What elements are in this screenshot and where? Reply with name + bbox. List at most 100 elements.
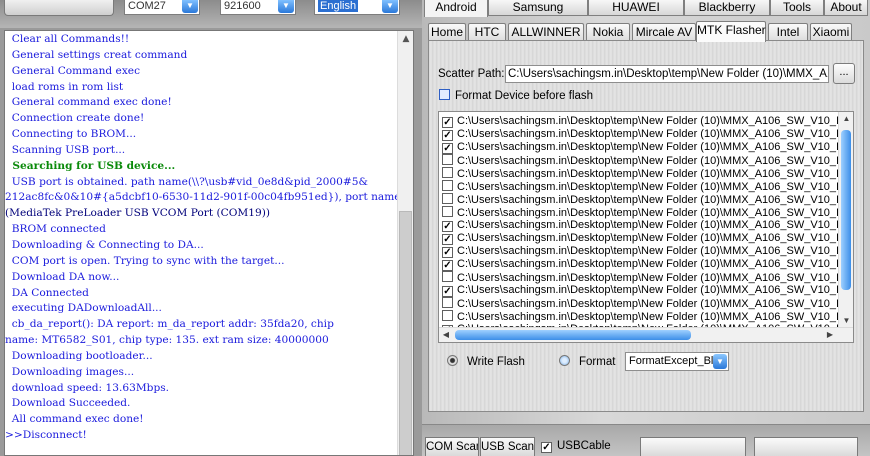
tab-nokia[interactable]: Nokia xyxy=(586,23,630,41)
tab-mtk-flasher[interactable]: MTK Flasher xyxy=(696,21,766,42)
log-scrollbar[interactable]: ▲ xyxy=(397,31,413,455)
log-line: Connection create done! xyxy=(5,112,145,125)
arrow-left-icon[interactable]: ◀ xyxy=(439,328,453,342)
log-line: Downloading & Connecting to DA... xyxy=(5,238,204,251)
file-checkbox[interactable]: ✓ xyxy=(442,117,453,128)
write-flash-radio[interactable] xyxy=(447,355,458,366)
format-mode-select[interactable]: FormatExcept_Bl ▼ xyxy=(625,352,729,371)
usbcable-option[interactable]: ✓ USBCable xyxy=(541,440,611,453)
file-path: C:\Users\sachingsm.in\Desktop\temp\New F… xyxy=(457,245,840,257)
scatter-path-input[interactable]: C:\Users\sachingsm.in\Desktop\temp\New F… xyxy=(505,65,829,83)
file-list-item[interactable]: ✓ C:\Users\sachingsm.in\Desktop\temp\New … xyxy=(442,258,839,271)
format-device-option[interactable]: Format Device before flash xyxy=(439,89,593,102)
bottom-bar: COM Scan USB Scan ✓ USBCable xyxy=(422,424,870,456)
file-checkbox[interactable]: ✓ xyxy=(442,143,453,154)
file-list-hscroll-thumb[interactable] xyxy=(455,330,691,340)
format-device-checkbox[interactable] xyxy=(439,89,450,100)
file-checkbox[interactable] xyxy=(442,154,453,165)
tab-blackberry[interactable]: Blackberry xyxy=(684,0,770,16)
chevron-down-icon[interactable]: ▼ xyxy=(382,0,398,13)
log-line: Clear all Commands!! xyxy=(5,33,130,45)
file-path: C:\Users\sachingsm.in\Desktop\temp\New F… xyxy=(457,298,840,310)
mtk-flasher-panel: Scatter Path: C:\Users\sachingsm.in\Desk… xyxy=(428,40,864,412)
com-scan-button[interactable]: COM Scan xyxy=(425,437,479,456)
file-list-item[interactable]: C:\Users\sachingsm.in\Desktop\temp\New F… xyxy=(442,167,839,180)
file-list-item[interactable]: ✓ C:\Users\sachingsm.in\Desktop\temp\New … xyxy=(442,141,839,154)
file-list-item[interactable]: ✓ C:\Users\sachingsm.in\Desktop\temp\New … xyxy=(442,128,839,141)
file-list-item[interactable]: C:\Users\sachingsm.in\Desktop\temp\New F… xyxy=(442,206,839,219)
file-path: C:\Users\sachingsm.in\Desktop\temp\New F… xyxy=(457,207,840,219)
file-list-vscroll-thumb[interactable] xyxy=(841,130,851,290)
usbcable-checkbox[interactable]: ✓ xyxy=(541,442,552,453)
file-list-item[interactable]: C:\Users\sachingsm.in\Desktop\temp\New F… xyxy=(442,193,839,206)
log-line: Searching for USB device... xyxy=(5,159,176,172)
sub-tabs: Home HTC ALLWINNER Nokia Mircale AV MTK … xyxy=(428,21,868,42)
file-checkbox[interactable] xyxy=(442,271,453,282)
file-list-vscroll[interactable]: ▲ ▼ xyxy=(838,112,853,328)
tab-home[interactable]: Home xyxy=(428,23,466,41)
rom-file-list[interactable]: ✓ C:\Users\sachingsm.in\Desktop\temp\New … xyxy=(438,111,854,343)
log-line: Download Succeeded. xyxy=(5,397,131,410)
file-checkbox[interactable]: ✓ xyxy=(442,286,453,297)
file-checkbox[interactable] xyxy=(442,206,453,217)
file-checkbox[interactable] xyxy=(442,180,453,191)
arrow-down-icon[interactable]: ▼ xyxy=(839,314,853,328)
port-select[interactable]: COM27 ▼ xyxy=(124,0,200,15)
usbcable-label: USBCable xyxy=(557,440,611,452)
log-console[interactable]: Clear all Commands!! General settings cr… xyxy=(4,30,414,456)
usb-scan-button[interactable]: USB Scan xyxy=(480,437,535,456)
arrow-up-icon[interactable]: ▲ xyxy=(398,31,413,47)
tab-intel[interactable]: Intel xyxy=(768,23,808,41)
baud-select[interactable]: 921600 ▼ xyxy=(220,0,296,15)
file-list-item[interactable]: ✓ C:\Users\sachingsm.in\Desktop\temp\New … xyxy=(442,245,839,258)
tab-xiaomi[interactable]: Xiaomi xyxy=(810,23,852,41)
file-checkbox[interactable] xyxy=(442,310,453,321)
file-list-item[interactable]: ✓ C:\Users\sachingsm.in\Desktop\temp\New … xyxy=(442,115,839,128)
file-checkbox[interactable]: ✓ xyxy=(442,247,453,258)
arrow-up-icon[interactable]: ▲ xyxy=(839,112,853,126)
toolbar-button[interactable] xyxy=(4,0,114,16)
tab-android[interactable]: Android xyxy=(424,0,488,17)
log-line: name: MT6582_S01, chip type: 135. ext ra… xyxy=(5,334,329,347)
format-radio[interactable] xyxy=(559,355,570,366)
file-path: C:\Users\sachingsm.in\Desktop\temp\New F… xyxy=(457,141,840,153)
chevron-down-icon[interactable]: ▼ xyxy=(182,0,198,13)
arrow-right-icon[interactable]: ▶ xyxy=(823,328,837,342)
language-select[interactable]: English ▼ xyxy=(314,0,400,15)
action-button-1[interactable] xyxy=(640,437,746,456)
file-list-item[interactable]: ✓ C:\Users\sachingsm.in\Desktop\temp\New … xyxy=(442,219,839,232)
file-list-item[interactable]: ✓ C:\Users\sachingsm.in\Desktop\temp\New … xyxy=(442,232,839,245)
log-line: Downloading images... xyxy=(5,365,135,378)
tab-tools[interactable]: Tools xyxy=(770,0,824,16)
file-path: C:\Users\sachingsm.in\Desktop\temp\New F… xyxy=(457,194,840,206)
tab-mircale-av[interactable]: Mircale AV xyxy=(632,23,696,41)
file-checkbox[interactable]: ✓ xyxy=(442,221,453,232)
file-checkbox[interactable]: ✓ xyxy=(442,234,453,245)
main-tabs: Android Samsung HUAWEI Blackberry Tools … xyxy=(422,0,870,17)
tab-htc[interactable]: HTC xyxy=(468,23,506,41)
file-path: C:\Users\sachingsm.in\Desktop\temp\New F… xyxy=(457,258,840,270)
file-list-item[interactable]: C:\Users\sachingsm.in\Desktop\temp\New F… xyxy=(442,310,839,323)
file-list-hscroll[interactable]: ◀ ▶ xyxy=(439,327,853,342)
tab-huawei[interactable]: HUAWEI xyxy=(588,0,684,16)
tab-samsung[interactable]: Samsung xyxy=(488,0,588,16)
tab-about[interactable]: About xyxy=(824,0,868,16)
file-list-item[interactable]: C:\Users\sachingsm.in\Desktop\temp\New F… xyxy=(442,271,839,284)
file-checkbox[interactable] xyxy=(442,193,453,204)
write-flash-option[interactable]: Write Flash xyxy=(447,355,525,368)
file-checkbox[interactable] xyxy=(442,167,453,178)
action-button-2[interactable] xyxy=(754,437,858,456)
file-list-item[interactable]: C:\Users\sachingsm.in\Desktop\temp\New F… xyxy=(442,180,839,193)
chevron-down-icon[interactable]: ▼ xyxy=(278,0,294,13)
file-checkbox[interactable] xyxy=(442,297,453,308)
chevron-down-icon[interactable]: ▼ xyxy=(713,354,727,369)
format-option[interactable]: Format xyxy=(559,355,615,368)
tab-allwinner[interactable]: ALLWINNER xyxy=(508,23,584,41)
file-list-item[interactable]: C:\Users\sachingsm.in\Desktop\temp\New F… xyxy=(442,154,839,167)
file-checkbox[interactable]: ✓ xyxy=(442,260,453,271)
file-list-item[interactable]: C:\Users\sachingsm.in\Desktop\temp\New F… xyxy=(442,297,839,310)
file-checkbox[interactable]: ✓ xyxy=(442,130,453,141)
file-list-item[interactable]: ✓ C:\Users\sachingsm.in\Desktop\temp\New … xyxy=(442,284,839,297)
browse-button[interactable]: ... xyxy=(833,63,855,84)
log-scroll-thumb[interactable] xyxy=(399,211,412,455)
